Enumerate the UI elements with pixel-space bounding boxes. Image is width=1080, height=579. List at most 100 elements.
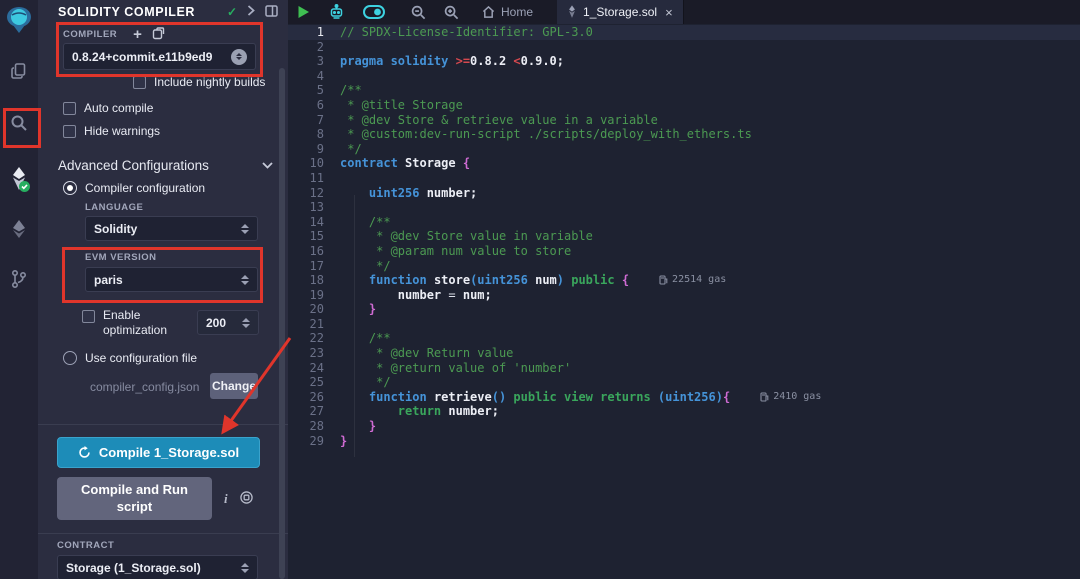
code-text: function retrieve() public view returns … — [340, 390, 730, 405]
reload-compiler-icon[interactable] — [152, 27, 165, 43]
code-line[interactable]: 5/** — [288, 83, 1080, 98]
code-text: /** — [340, 83, 362, 98]
code-line[interactable]: 9 */ — [288, 142, 1080, 157]
compiler-config-radio-row: Compiler configuration — [63, 181, 205, 195]
copy-script-icon[interactable] — [240, 491, 253, 507]
evm-version-select[interactable]: paris — [85, 267, 258, 292]
use-config-file-radio[interactable] — [63, 351, 77, 365]
pin-panel-icon[interactable] — [265, 5, 278, 20]
code-line[interactable]: 10contract Storage { — [288, 156, 1080, 171]
runs-stepper-icon — [242, 318, 250, 328]
code-line[interactable]: 26 function retrieve() public view retur… — [288, 390, 1080, 405]
info-icon[interactable]: i — [224, 491, 228, 507]
auto-compile-checkbox[interactable] — [63, 102, 76, 115]
compile-button[interactable]: Compile 1_Storage.sol — [57, 437, 260, 468]
nightly-builds-checkbox[interactable] — [133, 76, 146, 89]
compiler-config-label: Compiler configuration — [85, 181, 205, 195]
line-number: 18 — [288, 273, 340, 288]
nightly-builds-label: Include nightly builds — [154, 75, 265, 89]
run-script-icon[interactable] — [288, 0, 319, 24]
code-line[interactable]: 11 — [288, 171, 1080, 186]
code-line[interactable]: 16 * @param num value to store — [288, 244, 1080, 259]
add-compiler-icon[interactable]: + — [133, 26, 142, 43]
compile-and-run-button[interactable]: Compile and Run script — [57, 477, 212, 520]
code-line[interactable]: 27 return number; — [288, 404, 1080, 419]
code-line[interactable]: 28 } — [288, 419, 1080, 434]
use-config-file-row: Use configuration file — [63, 351, 197, 365]
deploy-run-icon[interactable] — [0, 210, 38, 248]
code-line[interactable]: 1// SPDX-License-Identifier: GPL-3.0 — [288, 25, 1080, 40]
line-number: 5 — [288, 83, 340, 98]
code-editor[interactable]: 1// SPDX-License-Identifier: GPL-3.023pr… — [288, 24, 1080, 579]
file-explorer-icon[interactable] — [0, 52, 38, 90]
tab-file-storage[interactable]: 1_Storage.sol × — [557, 0, 684, 24]
compiler-version-select[interactable]: 0.8.24+commit.e11b9ed9 — [63, 43, 256, 70]
tab-home[interactable]: Home — [472, 0, 543, 24]
code-line[interactable]: 18 function store(uint256 num) public { 2… — [288, 273, 1080, 288]
code-line[interactable]: 15 * @dev Store value in variable — [288, 229, 1080, 244]
code-line[interactable]: 23 * @dev Return value — [288, 346, 1080, 361]
search-icon[interactable] — [0, 104, 38, 142]
code-text: function store(uint256 num) public { — [340, 273, 629, 288]
line-number: 7 — [288, 113, 340, 128]
code-text: } — [340, 434, 347, 449]
git-branch-icon[interactable] — [0, 260, 38, 298]
line-number: 29 — [288, 434, 340, 449]
code-line[interactable]: 7 * @dev Store & retrieve value in a var… — [288, 113, 1080, 128]
nightly-builds-row: Include nightly builds — [133, 75, 265, 89]
code-line[interactable]: 24 * @return value of 'number' — [288, 361, 1080, 376]
panel-header: SOLIDITY COMPILER ✓ — [38, 0, 288, 24]
contract-select[interactable]: Storage (1_Storage.sol) — [57, 555, 258, 579]
code-line[interactable]: 20 } — [288, 302, 1080, 317]
code-line[interactable]: 22 /** — [288, 331, 1080, 346]
code-line[interactable]: 13 — [288, 200, 1080, 215]
code-line[interactable]: 19 number = num; — [288, 288, 1080, 303]
code-line[interactable]: 29} — [288, 434, 1080, 449]
code-line[interactable]: 4 — [288, 69, 1080, 84]
ai-assistant-icon[interactable] — [319, 0, 354, 24]
gas-estimate-badge[interactable]: 22514 gas — [659, 273, 726, 288]
enable-optimization-checkbox[interactable] — [82, 310, 95, 323]
contract-label: CONTRACT — [57, 540, 114, 551]
line-number: 28 — [288, 419, 340, 434]
code-line[interactable]: 14 /** — [288, 215, 1080, 230]
change-config-button[interactable]: Change — [210, 373, 258, 399]
code-line[interactable]: 17 */ — [288, 259, 1080, 274]
hide-warnings-label: Hide warnings — [84, 124, 160, 138]
code-text: */ — [340, 142, 362, 157]
compiler-config-radio[interactable] — [63, 181, 77, 195]
tab-file-label: 1_Storage.sol — [583, 5, 657, 19]
code-line[interactable]: 6 * @title Storage — [288, 98, 1080, 113]
config-file-name-row: compiler_config.json — [90, 380, 199, 394]
code-line[interactable]: 21 — [288, 317, 1080, 332]
remix-logo-icon[interactable] — [0, 2, 38, 38]
code-text: number = num; — [340, 288, 492, 303]
line-number: 9 — [288, 142, 340, 157]
language-select[interactable]: Solidity — [85, 216, 258, 241]
evm-version-label: EVM VERSION — [85, 252, 157, 263]
panel-scrollbar[interactable] — [279, 68, 285, 579]
editor-area: Home 1_Storage.sol × 1// SPDX-License-Id… — [288, 0, 1080, 579]
advanced-config-header[interactable]: Advanced Configurations — [58, 158, 273, 173]
gas-estimate-badge[interactable]: 2410 gas — [760, 390, 821, 405]
code-line[interactable]: 8 * @custom:dev-run-script ./scripts/dep… — [288, 127, 1080, 142]
zoom-in-icon[interactable] — [435, 0, 468, 24]
solidity-compiler-icon[interactable] — [0, 160, 38, 198]
code-line[interactable]: 3pragma solidity >=0.8.2 <0.9.0; — [288, 54, 1080, 69]
code-line[interactable]: 2 — [288, 40, 1080, 55]
solidity-compiler-panel: SOLIDITY COMPILER ✓ COMPILER + 0.8.24+co… — [38, 0, 288, 579]
chevron-right-icon[interactable] — [247, 5, 255, 19]
code-line[interactable]: 25 */ — [288, 375, 1080, 390]
contract-value: Storage (1_Storage.sol) — [66, 561, 235, 575]
tab-close-icon[interactable]: × — [665, 5, 673, 20]
hide-warnings-checkbox[interactable] — [63, 125, 76, 138]
line-number: 25 — [288, 375, 340, 390]
code-text: contract Storage { — [340, 156, 470, 171]
optimization-runs-input[interactable]: 200 — [197, 310, 259, 335]
line-number: 23 — [288, 346, 340, 361]
ai-copilot-toggle-icon[interactable] — [354, 0, 394, 24]
compile-button-label: Compile 1_Storage.sol — [99, 445, 239, 460]
evm-label-row: EVM VERSION — [85, 252, 157, 263]
zoom-out-icon[interactable] — [402, 0, 435, 24]
code-line[interactable]: 12 uint256 number; — [288, 186, 1080, 201]
